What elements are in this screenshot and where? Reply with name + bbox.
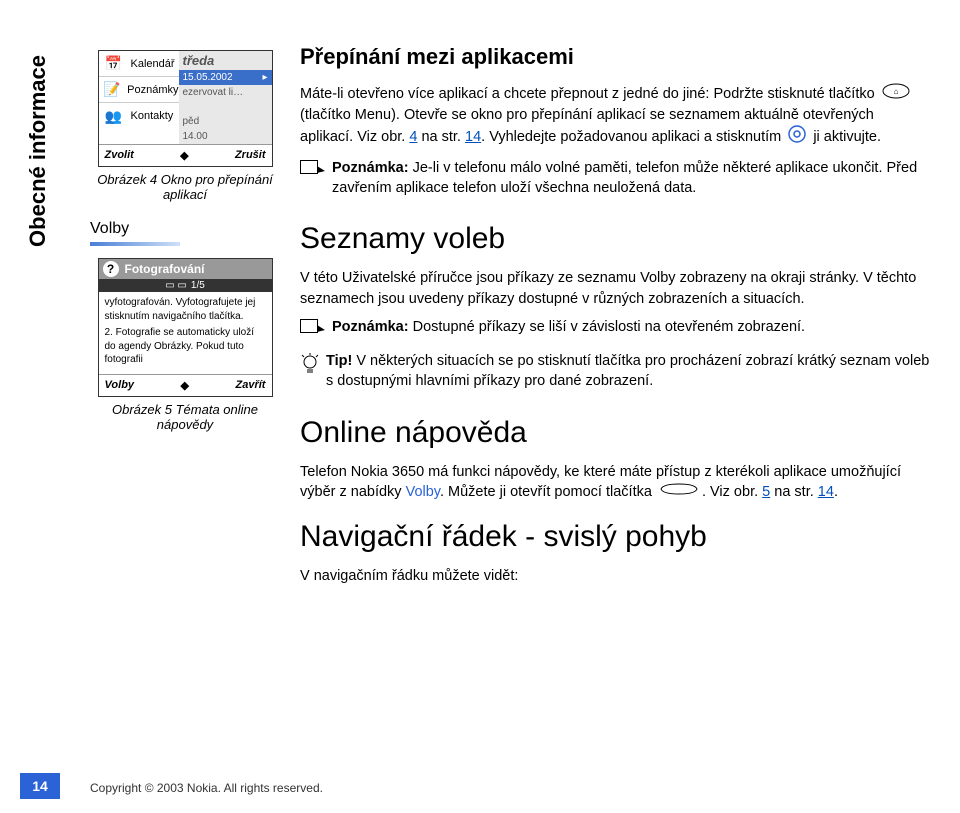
note-icon [300, 319, 326, 343]
section-heading: Přepínání mezi aplikacemi [300, 42, 930, 73]
menu-key-icon: ⌂ [882, 83, 910, 105]
tip-block: Tip! V některých situacích se po stisknu… [300, 351, 930, 398]
lightbulb-icon [300, 353, 320, 383]
section-heading: Navigační řádek - svislý pohyb [300, 516, 930, 558]
help-title: Fotografování [125, 262, 205, 276]
app-label: Poznámky [125, 84, 178, 96]
heading-underline [90, 242, 180, 246]
counter-text: 1/5 [191, 280, 205, 291]
page-link[interactable]: 14 [818, 484, 834, 500]
overlay-line [179, 100, 272, 114]
page-number: 14 [20, 773, 60, 799]
overlay-line: pěd [179, 114, 272, 129]
tip-label: Tip! [326, 353, 352, 369]
app-label: Kontakty [129, 110, 179, 122]
softkey-right: Zrušit [235, 149, 266, 162]
note-text: Je-li v telefonu málo volné paměti, tele… [332, 160, 917, 196]
section-tab-label: Obecné informace [25, 55, 51, 247]
body-paragraph: V navigačním řádku můžete vidět: [300, 566, 930, 586]
softkey-shape-icon [659, 482, 699, 502]
note-text: Dostupné příkazy se liší v závislosti na… [409, 319, 806, 335]
page-link[interactable]: 14 [465, 129, 481, 145]
help-icon: ? [103, 261, 119, 277]
notes-icon: 📝 [99, 77, 126, 103]
figure-caption: Obrázek 5 Témata online nápovědy [90, 402, 280, 432]
options-heading: Volby [90, 220, 280, 238]
nav-indicator-icon: ◆ [181, 379, 189, 392]
overlay-line: tředa [179, 51, 272, 70]
contacts-icon: 👥 [99, 103, 129, 129]
body-paragraph: V této Uživatelské příručce jsou příkazy… [300, 268, 930, 309]
card-icons: ▭ ▭ [165, 280, 187, 291]
note-label: Poznámka: [332, 319, 409, 335]
main-content: Přepínání mezi aplikacemi Máte-li otevře… [300, 42, 930, 593]
note-label: Poznámka: [332, 160, 409, 176]
overlay-line: 15.05.2002 [183, 72, 233, 83]
copyright-text: Copyright © 2003 Nokia. All rights reser… [90, 781, 323, 795]
body-paragraph: Máte-li otevřeno více aplikací a chcete … [300, 83, 930, 150]
joystick-icon [788, 125, 806, 149]
overlay-line: 14.00 [179, 129, 272, 144]
arrow-icon: ▸ [262, 72, 267, 83]
softkey-right: Zavřít [236, 379, 266, 392]
phone-screenshot-2: ? Fotografování ▭ ▭ 1/5 vyfotografován. … [98, 258, 273, 397]
tip-text: V některých situacích se po stisknutí tl… [326, 353, 929, 389]
app-label: Kalendář [129, 58, 179, 70]
nav-indicator-icon: ◆ [180, 149, 188, 162]
calendar-icon: 📅 [99, 51, 129, 77]
softkey-left: Volby [105, 379, 135, 392]
left-column: 📅Kalendář 📝Poznámky 👥Kontakty tředa 15.0… [90, 50, 280, 450]
section-heading: Online nápověda [300, 412, 930, 454]
body-paragraph: Telefon Nokia 3650 má funkci nápovědy, k… [300, 462, 930, 503]
note-block: Poznámka: Je-li v telefonu málo volné pa… [300, 158, 930, 205]
phone-screenshot-1: 📅Kalendář 📝Poznámky 👥Kontakty tředa 15.0… [98, 50, 273, 167]
figure-caption: Obrázek 4 Okno pro přepínání aplikací [90, 172, 280, 202]
section-heading: Seznamy voleb [300, 218, 930, 260]
overlay-line: ezervovat li… [179, 85, 272, 100]
svg-text:⌂: ⌂ [893, 87, 898, 96]
help-body-line: 2. Fotografie se automaticky uloží do ag… [105, 326, 266, 367]
note-block: Poznámka: Dostupné příkazy se liší v záv… [300, 317, 930, 343]
note-icon [300, 160, 326, 184]
volby-keyword: Volby [406, 484, 440, 500]
help-body-line: vyfotografován. Vyfotografujete jej stis… [105, 296, 266, 323]
softkey-left: Zvolit [105, 149, 134, 162]
